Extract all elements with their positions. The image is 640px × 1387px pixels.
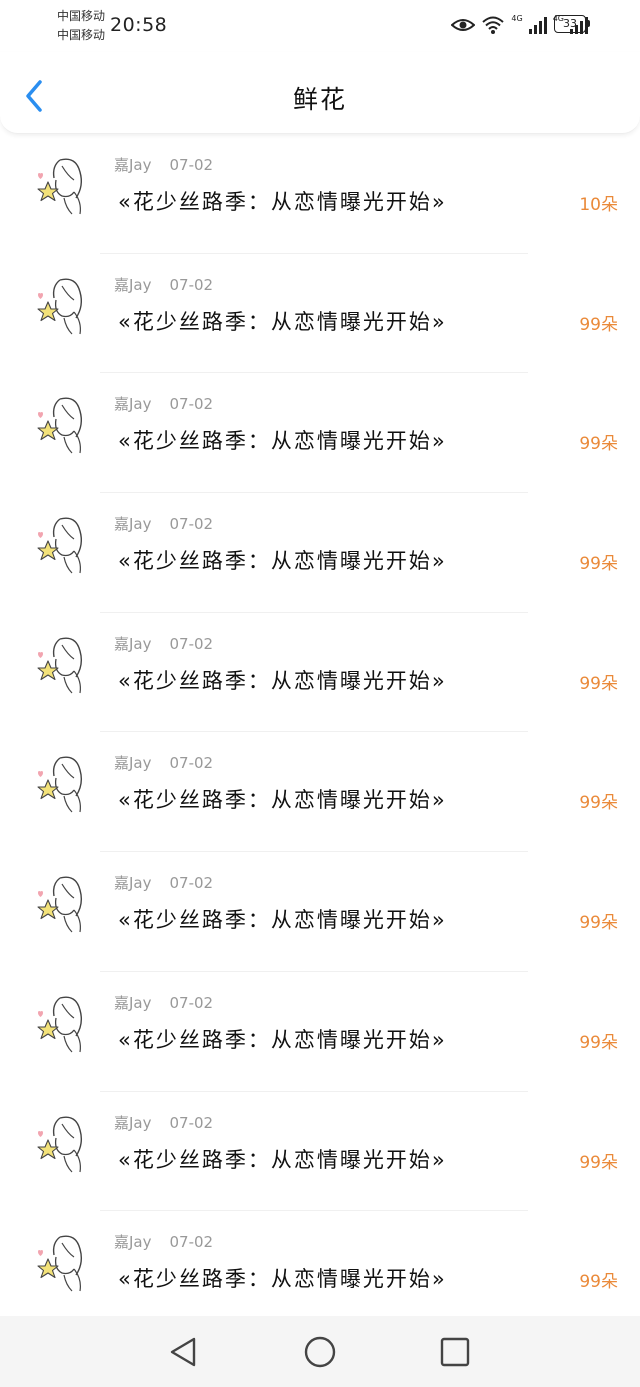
item-title: «花少丝路季：从恋情曝光开始» [118,1267,447,1292]
carrier-label-2: 中国移动 [57,28,106,42]
list-item[interactable]: 嘉Jay 07-02 «花少丝路季：从恋情曝光开始» 99朵 [0,972,640,1092]
square-recents-icon [440,1337,470,1367]
item-title: «花少丝路季：从恋情曝光开始» [118,1147,447,1172]
item-title: «花少丝路季：从恋情曝光开始» [118,1027,447,1052]
item-meta: 嘉Jay 07-02 [114,633,213,654]
item-title: «花少丝路季：从恋情曝光开始» [118,190,447,214]
item-meta: 嘉Jay 07-02 [114,274,213,295]
flower-count: 99朵 [579,314,618,335]
carrier-label-1: 中国移动 [57,9,106,23]
avatar [37,876,83,933]
avatar [37,397,83,454]
battery-icon: 33 [554,15,590,33]
item-meta: 嘉Jay 07-02 [114,872,213,893]
nav-back-button[interactable] [166,1334,202,1370]
item-title: «花少丝路季：从恋情曝光开始» [118,549,447,574]
avatar [37,158,83,215]
item-date: 07-02 [169,1233,214,1252]
avatar [37,517,83,574]
list-item[interactable]: 嘉Jay 07-02 «花少丝路季：从恋情曝光开始» 99朵 [0,254,640,374]
item-title: «花少丝路季：从恋情曝光开始» [118,908,447,933]
signal-icon [528,17,547,34]
circle-home-icon [304,1336,336,1368]
item-date: 07-02 [169,634,214,653]
item-date: 07-02 [169,1113,214,1132]
list-item[interactable]: 嘉Jay 07-02 «花少丝路季：从恋情曝光开始» 99朵 [0,373,640,493]
flower-count: 99朵 [579,554,618,575]
flower-count: 99朵 [579,673,618,694]
avatar [37,756,83,813]
item-meta: 嘉Jay 07-02 [114,513,213,534]
item-date: 07-02 [169,993,214,1012]
item-meta: 嘉Jay 07-02 [114,992,213,1013]
item-date: 07-02 [169,754,214,773]
wifi-icon [482,16,505,34]
app-header: 鲜花 [0,52,640,134]
list-item[interactable]: 嘉Jay 07-02 «花少丝路季：从恋情曝光开始» 99朵 [0,613,640,733]
username: 嘉Jay [114,993,152,1012]
flower-count: 10朵 [579,195,618,215]
status-bar: 中国移动 中国移动 20:58 4G 4G 33 [0,0,640,52]
username: 嘉Jay [114,395,152,414]
avatar [37,1116,83,1172]
username: 嘉Jay [114,754,152,773]
username: 嘉Jay [114,275,152,294]
flower-list: 嘉Jay 07-02 «花少丝路季：从恋情曝光开始» 10朵 嘉Jay 07-02 … [0,134,640,1331]
item-title: «花少丝路季：从恋情曝光开始» [118,668,447,693]
item-title: «花少丝路季：从恋情曝光开始» [118,309,447,334]
avatar [37,996,83,1053]
username: 嘉Jay [114,634,152,653]
nav-home-button[interactable] [302,1334,338,1370]
username: 嘉Jay [114,874,152,893]
nav-recents-button[interactable] [437,1334,473,1370]
item-meta: 嘉Jay 07-02 [114,1231,213,1252]
list-item[interactable]: 嘉Jay 07-02 «花少丝路季：从恋情曝光开始» 10朵 [0,134,640,254]
item-meta: 嘉Jay 07-02 [114,393,213,414]
flower-count: 99朵 [579,1032,618,1053]
item-meta: 嘉Jay 07-02 [114,752,213,773]
item-date: 07-02 [169,395,214,414]
username: 嘉Jay [114,156,152,174]
eye-icon [451,19,476,31]
page-title: 鲜花 [292,85,347,114]
flower-count: 99朵 [579,1152,618,1173]
list-item[interactable]: 嘉Jay 07-02 «花少丝路季：从恋情曝光开始» 99朵 [0,852,640,972]
item-date: 07-02 [169,515,214,534]
system-nav-bar [0,1316,640,1387]
triangle-back-icon [170,1337,196,1367]
item-title: «花少丝路季：从恋情曝光开始» [118,429,447,454]
status-time: 20:58 [110,14,168,36]
list-item[interactable]: 嘉Jay 07-02 «花少丝路季：从恋情曝光开始» 99朵 [0,1092,640,1212]
flower-count: 99朵 [579,434,618,455]
username: 嘉Jay [114,515,152,534]
list-item[interactable]: 嘉Jay 07-02 «花少丝路季：从恋情曝光开始» 99朵 [0,1211,640,1331]
item-meta: 嘉Jay 07-02 [114,154,213,175]
list-item[interactable]: 嘉Jay 07-02 «花少丝路季：从恋情曝光开始» 99朵 [0,493,640,613]
item-date: 07-02 [169,874,214,893]
item-date: 07-02 [169,156,214,174]
username: 嘉Jay [114,1113,152,1132]
item-date: 07-02 [169,275,214,294]
flower-count: 99朵 [579,1272,618,1293]
avatar [37,637,83,694]
list-item[interactable]: 嘉Jay 07-02 «花少丝路季：从恋情曝光开始» 99朵 [0,732,640,852]
network-label-1: 4G [511,13,523,23]
flower-count: 99朵 [579,913,618,934]
flower-count: 99朵 [579,793,618,814]
avatar [37,278,83,335]
item-meta: 嘉Jay 07-02 [114,1112,213,1133]
item-title: «花少丝路季：从恋情曝光开始» [118,788,447,813]
username: 嘉Jay [114,1233,152,1252]
avatar [37,1235,83,1292]
